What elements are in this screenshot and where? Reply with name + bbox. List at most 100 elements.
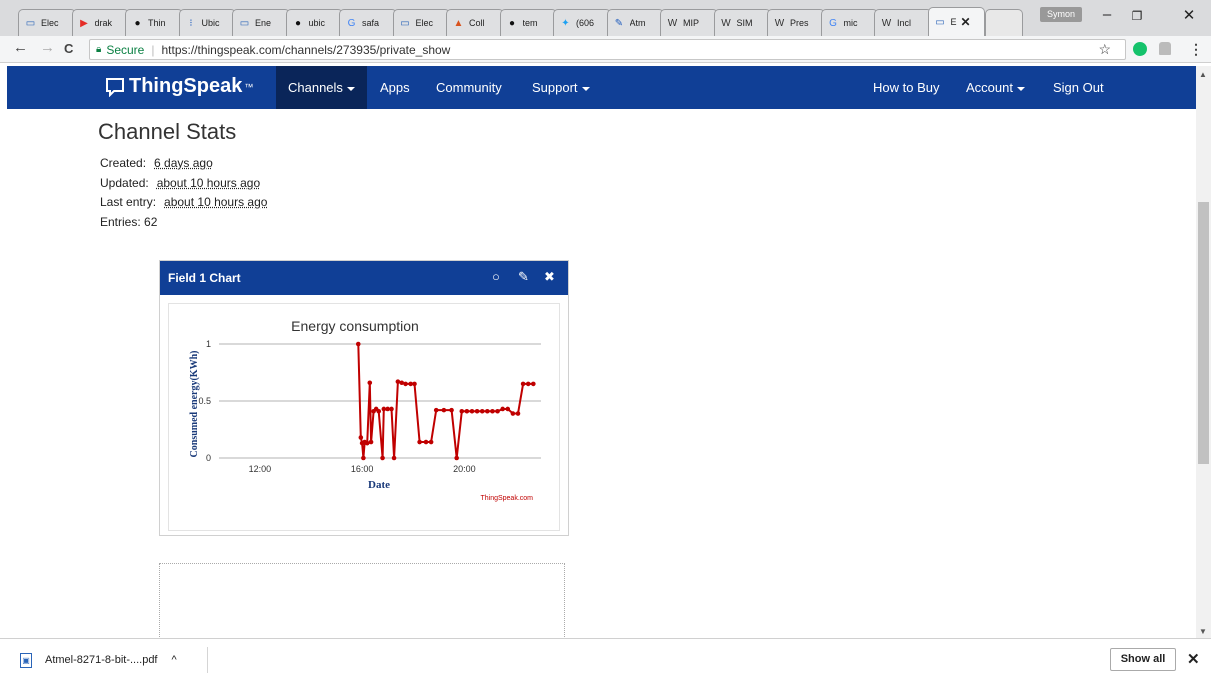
profile-badge[interactable]: Symon — [1040, 7, 1082, 22]
youtube-icon: ▶ — [80, 17, 88, 29]
wikipedia-icon: W — [774, 17, 785, 29]
data-point — [433, 407, 439, 413]
browser-tab-title: Thin — [148, 18, 166, 28]
browser-tab[interactable]: ✦ (606 — [553, 9, 611, 36]
browser-tab-title: Ene — [255, 18, 272, 28]
browser-tab-title: SIM — [736, 18, 753, 28]
browser-tab-title: Elec — [415, 18, 434, 28]
bookmark-star-icon[interactable]: ☆ — [1098, 41, 1111, 58]
page-icon: ▭ — [935, 16, 945, 28]
download-item[interactable]: ▣ Atmel-8271-8-bit-....pdf ^ — [20, 647, 208, 673]
data-point — [412, 381, 417, 387]
data-point — [361, 455, 366, 461]
edit-icon[interactable]: ✎ — [518, 269, 529, 285]
browser-tab-title: Ubic — [201, 18, 220, 28]
stat-last-entry: Last entry: about 10 hours ago — [100, 195, 267, 209]
page-icon: ▭ — [239, 17, 250, 29]
window-close-button[interactable]: ✕ — [1174, 6, 1204, 24]
comment-icon[interactable]: ○ — [492, 269, 500, 284]
data-point — [515, 411, 521, 416]
data-point — [525, 381, 531, 387]
nav-account[interactable]: Account — [954, 66, 1037, 109]
nav-sign-out[interactable]: Sign Out — [1041, 66, 1116, 109]
nav-channels[interactable]: Channels — [276, 66, 367, 109]
back-button[interactable]: ← — [13, 39, 28, 56]
browser-tab[interactable]: Gsafa — [339, 9, 397, 36]
data-point — [531, 381, 536, 387]
pen-icon: ✎ — [614, 17, 624, 29]
browser-tab[interactable]: W MIP — [660, 9, 718, 36]
github-icon: ● — [508, 17, 516, 29]
browser-tab[interactable]: ▶ drak — [71, 9, 129, 36]
page-icon: ▭ — [25, 17, 36, 29]
browser-tab[interactable]: ▲ Coll — [446, 9, 504, 36]
browser-tab[interactable]: ▭ Elec — [18, 9, 76, 36]
show-all-button[interactable]: Show all — [1110, 648, 1176, 671]
browser-tab[interactable]: ● Thin — [125, 9, 183, 36]
url-text: https://thingspeak.com/channels/273935/p… — [161, 42, 451, 57]
data-point — [355, 341, 361, 347]
scrollbar-thumb[interactable] — [1198, 202, 1209, 464]
data-point — [376, 408, 382, 414]
twitter-icon: ✦ — [561, 17, 570, 29]
browser-tab-title: Incl — [897, 18, 912, 28]
download-filename: Atmel-8271-8-bit-....pdf — [45, 654, 158, 666]
wikipedia-icon: W — [881, 17, 892, 29]
data-point — [428, 439, 434, 445]
nav-support-label: Support — [532, 80, 578, 95]
page-icon: ▭ — [400, 17, 410, 29]
browser-tab[interactable]: W SIM — [713, 9, 771, 36]
nav-apps[interactable]: Apps — [368, 66, 422, 109]
browser-tab[interactable]: ● ubic — [285, 9, 343, 36]
browser-tab[interactable]: ✎ Atm — [606, 9, 664, 36]
github-icon: ● — [294, 17, 302, 29]
stat-last-entry-value: about 10 hours ago — [164, 195, 268, 209]
browser-tab-title: tem — [522, 18, 538, 28]
browser-tab[interactable]: ⁝ Ubic — [178, 9, 236, 36]
data-point — [368, 439, 374, 445]
browser-tab[interactable]: Gmic — [820, 9, 878, 36]
chevron-up-icon[interactable]: ^ — [172, 654, 177, 666]
browser-tab[interactable]: ▭ E ✕ — [927, 7, 985, 36]
scroll-down-arrow-icon[interactable]: ▼ — [1199, 627, 1207, 636]
close-icon[interactable]: ✖ — [544, 269, 555, 285]
data-point — [417, 439, 422, 445]
chart-gridlines — [219, 343, 541, 459]
browser-tab[interactable]: ▭ Elec — [392, 9, 450, 36]
data-point — [358, 435, 364, 440]
reload-button[interactable]: C — [64, 41, 73, 56]
chart-credit[interactable]: ThingSpeak.com — [480, 495, 533, 502]
browser-tab[interactable]: W Pres — [767, 9, 825, 36]
data-point — [490, 408, 495, 414]
pdf-file-icon: ▣ — [20, 652, 32, 668]
grammarly-extension-icon[interactable] — [1133, 42, 1147, 56]
restore-button[interactable]: ❐ — [1122, 9, 1152, 23]
browser-tab[interactable]: ● tem — [499, 9, 557, 36]
url-input[interactable]: 🔒︎ Secure | https://thingspeak.com/chann… — [89, 39, 1126, 60]
browser-tab[interactable]: W Incl — [874, 9, 932, 36]
minimize-button[interactable]: – — [1092, 6, 1122, 23]
data-point — [500, 406, 505, 412]
new-tab-button[interactable] — [985, 9, 1023, 36]
stat-updated-label: Updated: — [100, 176, 149, 190]
nav-how-to-buy[interactable]: How to Buy — [861, 66, 951, 109]
scroll-up-arrow-icon[interactable]: ▲ — [1199, 70, 1207, 79]
tab-close-icon[interactable]: ✕ — [961, 15, 971, 29]
chart-y-axis-label: Consumed energy(KWh) — [189, 351, 200, 458]
tab-strip: ▭ Elec ▶ drak ● Thin ⁝ Ubic ▭ Ene ● ubic Gsafa ▭ Elec ▲… — [0, 0, 1211, 36]
close-shelf-button[interactable]: ✕ — [1187, 650, 1200, 668]
stat-entries-label: Entries: — [100, 215, 141, 229]
browser-tab-title: ubic — [308, 18, 326, 28]
forward-button[interactable]: → — [40, 39, 55, 56]
data-point — [520, 381, 526, 387]
nav-community[interactable]: Community — [424, 66, 514, 109]
caret-down-icon — [1016, 86, 1025, 91]
data-point — [469, 408, 475, 414]
thingspeak-logo[interactable]: ThingSpeak ™ — [105, 75, 253, 98]
android-extension-icon[interactable] — [1159, 42, 1171, 55]
menu-kebab-icon[interactable]: ⋮ — [1189, 41, 1203, 58]
browser-tab-title: drak — [94, 18, 113, 28]
browser-tab[interactable]: ▭ Ene — [232, 9, 290, 36]
matlab-icon: ▲ — [453, 17, 464, 29]
nav-support[interactable]: Support — [520, 66, 602, 109]
